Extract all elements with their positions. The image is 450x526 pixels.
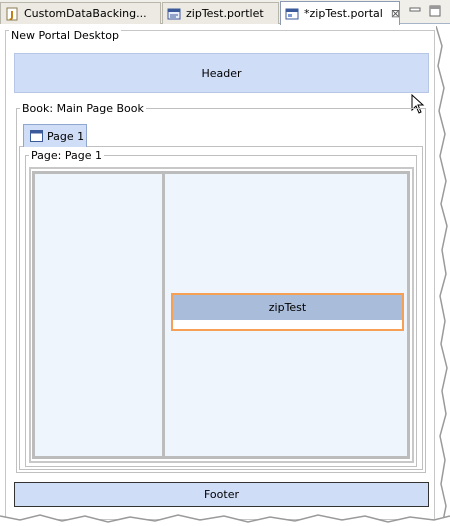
torn-edge-bottom <box>0 514 450 526</box>
portlet-ziptest[interactable]: zipTest <box>171 293 404 331</box>
tab-ziptest-portal[interactable]: *zipTest.portal ⊠ <box>280 1 400 25</box>
page-tab-label: Page 1 <box>47 129 85 143</box>
header-label: Header <box>201 66 242 80</box>
java-class-icon: J <box>6 7 18 21</box>
minimize-icon[interactable] <box>408 4 422 18</box>
tab-label: CustomDataBacking... <box>24 7 147 20</box>
maximize-icon[interactable] <box>428 4 442 18</box>
editor-tab-bar: J CustomDataBacking... zipTest.portlet *… <box>0 0 450 25</box>
svg-text:J: J <box>9 10 14 21</box>
desktop-legend: New Portal Desktop <box>9 29 121 42</box>
header-region[interactable]: Header <box>14 53 429 93</box>
tab-custom-data-backing[interactable]: J CustomDataBacking... <box>0 2 161 24</box>
tab-label: *zipTest.portal <box>304 7 383 20</box>
tab-ziptest-portlet[interactable]: zipTest.portlet <box>162 2 279 24</box>
footer-label: Footer <box>204 488 239 501</box>
footer-region[interactable]: Footer <box>14 482 429 507</box>
page-tab-page-1[interactable]: Page 1 <box>23 124 87 147</box>
portal-file-icon <box>285 8 299 19</box>
book-legend: Book: Main Page Book <box>20 102 146 115</box>
portlet-file-icon <box>167 8 181 19</box>
tab-label: zipTest.portlet <box>186 7 264 20</box>
torn-edge-right <box>436 26 450 526</box>
close-tab-icon[interactable]: ⊠ <box>391 7 399 20</box>
page-icon <box>30 130 43 142</box>
portlet-title-bar[interactable]: zipTest <box>173 295 402 320</box>
placeholder-column-left[interactable] <box>32 171 166 459</box>
page-legend: Page: Page 1 <box>29 149 104 162</box>
portlet-title: zipTest <box>268 301 307 314</box>
